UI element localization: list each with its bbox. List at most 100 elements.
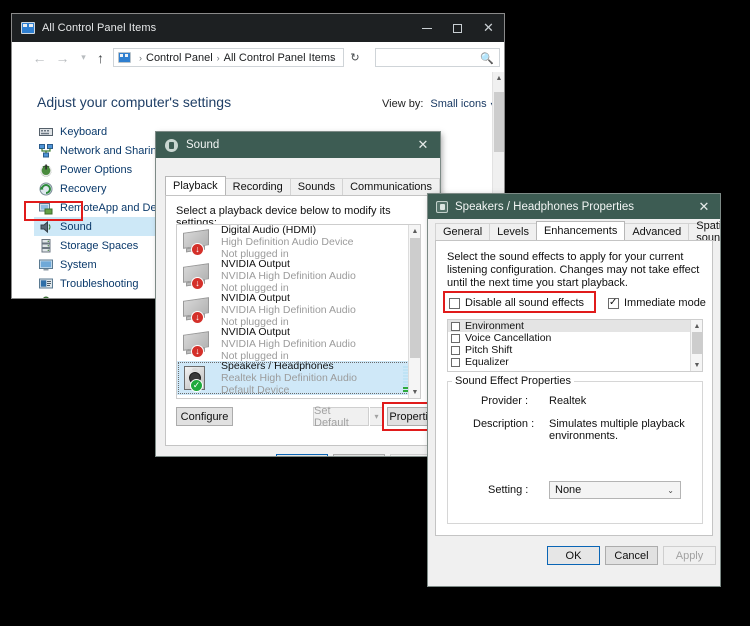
close-icon: ✕ xyxy=(698,198,710,214)
immediate-mode-checkbox[interactable]: Immediate mode xyxy=(608,296,706,309)
checkbox-icon[interactable] xyxy=(451,357,460,367)
properties-tabstrip: General Levels Enhancements Advanced Spa… xyxy=(435,220,720,244)
tab-label: Levels xyxy=(497,226,529,238)
default-device-badge: ✓ xyxy=(190,379,203,392)
scrollbar-thumb[interactable] xyxy=(410,238,420,358)
recent-locations-button[interactable]: ▾ xyxy=(75,49,92,66)
tab-enhancements[interactable]: Enhancements xyxy=(535,221,626,240)
sound-dialog-titlebar: Sound ✕ xyxy=(156,132,440,158)
device-row[interactable]: ↓ NVIDIA Output NVIDIA High Definition A… xyxy=(177,327,420,362)
unplugged-badge: ↓ xyxy=(191,277,204,290)
tab-levels[interactable]: Levels xyxy=(489,223,537,240)
provider-label: Provider : xyxy=(481,395,529,407)
set-default-button[interactable]: Set Default xyxy=(313,405,369,429)
device-row[interactable]: ↓ NVIDIA Output NVIDIA High Definition A… xyxy=(177,259,420,294)
tab-recording[interactable]: Recording xyxy=(224,178,291,195)
keyboard-icon xyxy=(39,125,53,139)
scroll-down-icon[interactable]: ▼ xyxy=(409,386,420,398)
scroll-up-icon[interactable]: ▲ xyxy=(409,225,420,237)
close-button[interactable]: ✕ xyxy=(688,194,720,219)
breadcrumb-item-control-panel[interactable]: Control Panel xyxy=(146,52,213,64)
scroll-up-icon[interactable]: ▲ xyxy=(493,72,504,84)
checkbox-label: Immediate mode xyxy=(624,297,706,309)
chevron-down-icon[interactable]: ⌄ xyxy=(329,53,337,64)
setting-dropdown[interactable]: None ⌄ xyxy=(549,481,681,499)
view-by-control[interactable]: View by: Small icons ▾ xyxy=(382,98,495,110)
monitor-icon: ↓ xyxy=(181,228,214,256)
button-label: Apply xyxy=(675,549,704,562)
back-button[interactable]: ← xyxy=(31,49,48,66)
up-button[interactable]: ↑ xyxy=(92,49,109,66)
dialog-title: Speakers / Headphones Properties xyxy=(455,200,634,213)
list-item[interactable]: Pitch Shift xyxy=(448,344,702,356)
button-label: Configure xyxy=(180,410,229,423)
scroll-down-icon[interactable]: ▼ xyxy=(691,359,702,371)
sidebar-item-label: Sound xyxy=(60,220,92,233)
address-bar[interactable]: › Control Panel › All Control Panel Item… xyxy=(113,48,344,67)
tab-playback[interactable]: Playback xyxy=(165,176,226,195)
tab-label: Enhancements xyxy=(543,225,618,237)
device-name: Speakers / Headphones xyxy=(221,360,334,372)
forward-button[interactable]: → xyxy=(54,49,71,66)
network-icon xyxy=(39,143,53,158)
sound-effects-list[interactable]: Environment Voice Cancellation Pitch Shi… xyxy=(447,319,703,372)
tab-spatial-sound[interactable]: Spatial sound xyxy=(688,220,720,244)
refresh-button[interactable]: ↻ xyxy=(345,48,365,67)
checkbox-icon[interactable] xyxy=(451,345,460,355)
search-input[interactable] xyxy=(381,50,485,65)
scrollbar-thumb[interactable] xyxy=(692,332,702,354)
device-row-selected[interactable]: ✓ Speakers / Headphones Realtek High Def… xyxy=(177,360,420,396)
checkbox-icon[interactable] xyxy=(451,333,460,343)
checkbox-icon[interactable] xyxy=(608,296,619,309)
device-row[interactable]: ↓ Digital Audio (HDMI) High Definition A… xyxy=(177,225,420,260)
chevron-down-icon: ⌄ xyxy=(667,486,674,495)
device-list-scrollbar[interactable]: ▲ ▼ xyxy=(408,225,420,398)
tab-advanced[interactable]: Advanced xyxy=(624,223,690,240)
sound-item-highlight-annotation xyxy=(24,201,83,221)
troubleshooting-icon xyxy=(39,277,53,291)
checkbox-icon[interactable] xyxy=(451,321,460,331)
search-box[interactable]: 🔍 xyxy=(375,48,500,67)
device-name: NVIDIA Output xyxy=(221,292,290,304)
sound-tabstrip: Playback Recording Sounds Communications xyxy=(165,176,440,195)
ok-button[interactable]: OK xyxy=(276,454,328,456)
breadcrumb-separator: › xyxy=(139,52,142,63)
list-item[interactable]: Equalizer xyxy=(448,356,702,368)
speakers-headphones-properties-dialog: Speakers / Headphones Properties ✕ Gener… xyxy=(428,194,720,586)
effects-list-scrollbar[interactable]: ▲ ▼ xyxy=(690,320,702,371)
ok-button[interactable]: OK xyxy=(547,546,600,565)
list-item[interactable]: Environment xyxy=(448,320,702,332)
search-icon: 🔍 xyxy=(480,53,494,65)
unplugged-badge: ↓ xyxy=(191,243,204,256)
tab-label: Advanced xyxy=(632,226,682,238)
device-row[interactable]: ↓ NVIDIA Output NVIDIA High Definition A… xyxy=(177,292,420,328)
sidebar-item-label: Keyboard xyxy=(60,125,108,138)
breadcrumb-separator: › xyxy=(216,52,220,63)
apply-button[interactable]: Apply xyxy=(663,546,716,565)
configure-button[interactable]: Configure xyxy=(176,407,233,426)
speaker-icon: ✓ xyxy=(181,364,214,392)
tab-communications[interactable]: Communications xyxy=(342,178,440,195)
close-button[interactable]: ✕ xyxy=(473,14,504,42)
cancel-button[interactable]: Cancel xyxy=(333,454,385,456)
minimize-button[interactable] xyxy=(411,14,442,42)
control-panel-navbar: ← → ▾ ↑ › Control Panel › All Control Pa… xyxy=(12,42,504,72)
view-by-value[interactable]: Small icons xyxy=(430,98,486,110)
unplugged-badge: ↓ xyxy=(191,345,204,358)
cancel-button[interactable]: Cancel xyxy=(605,546,658,565)
list-item[interactable]: Voice Cancellation xyxy=(448,332,702,344)
device-info: Digital Audio (HDMI) High Definition Aud… xyxy=(221,225,420,260)
provider-value: Realtek xyxy=(549,395,587,407)
playback-device-list[interactable]: ↓ Digital Audio (HDMI) High Definition A… xyxy=(176,224,421,399)
tab-label: Recording xyxy=(232,181,283,193)
control-panel-titlebar: All Control Panel Items ✕ xyxy=(12,14,504,42)
scrollbar-thumb[interactable] xyxy=(494,92,504,152)
scroll-up-icon[interactable]: ▲ xyxy=(691,320,702,332)
device-status: Default Device xyxy=(221,384,290,396)
close-button[interactable]: ✕ xyxy=(406,132,440,158)
tab-general[interactable]: General xyxy=(435,223,491,240)
tab-sounds[interactable]: Sounds xyxy=(289,178,344,195)
breadcrumb-item-all-items[interactable]: All Control Panel Items xyxy=(224,52,336,64)
maximize-button[interactable] xyxy=(442,14,473,42)
disable-all-highlight-annotation xyxy=(443,291,596,313)
